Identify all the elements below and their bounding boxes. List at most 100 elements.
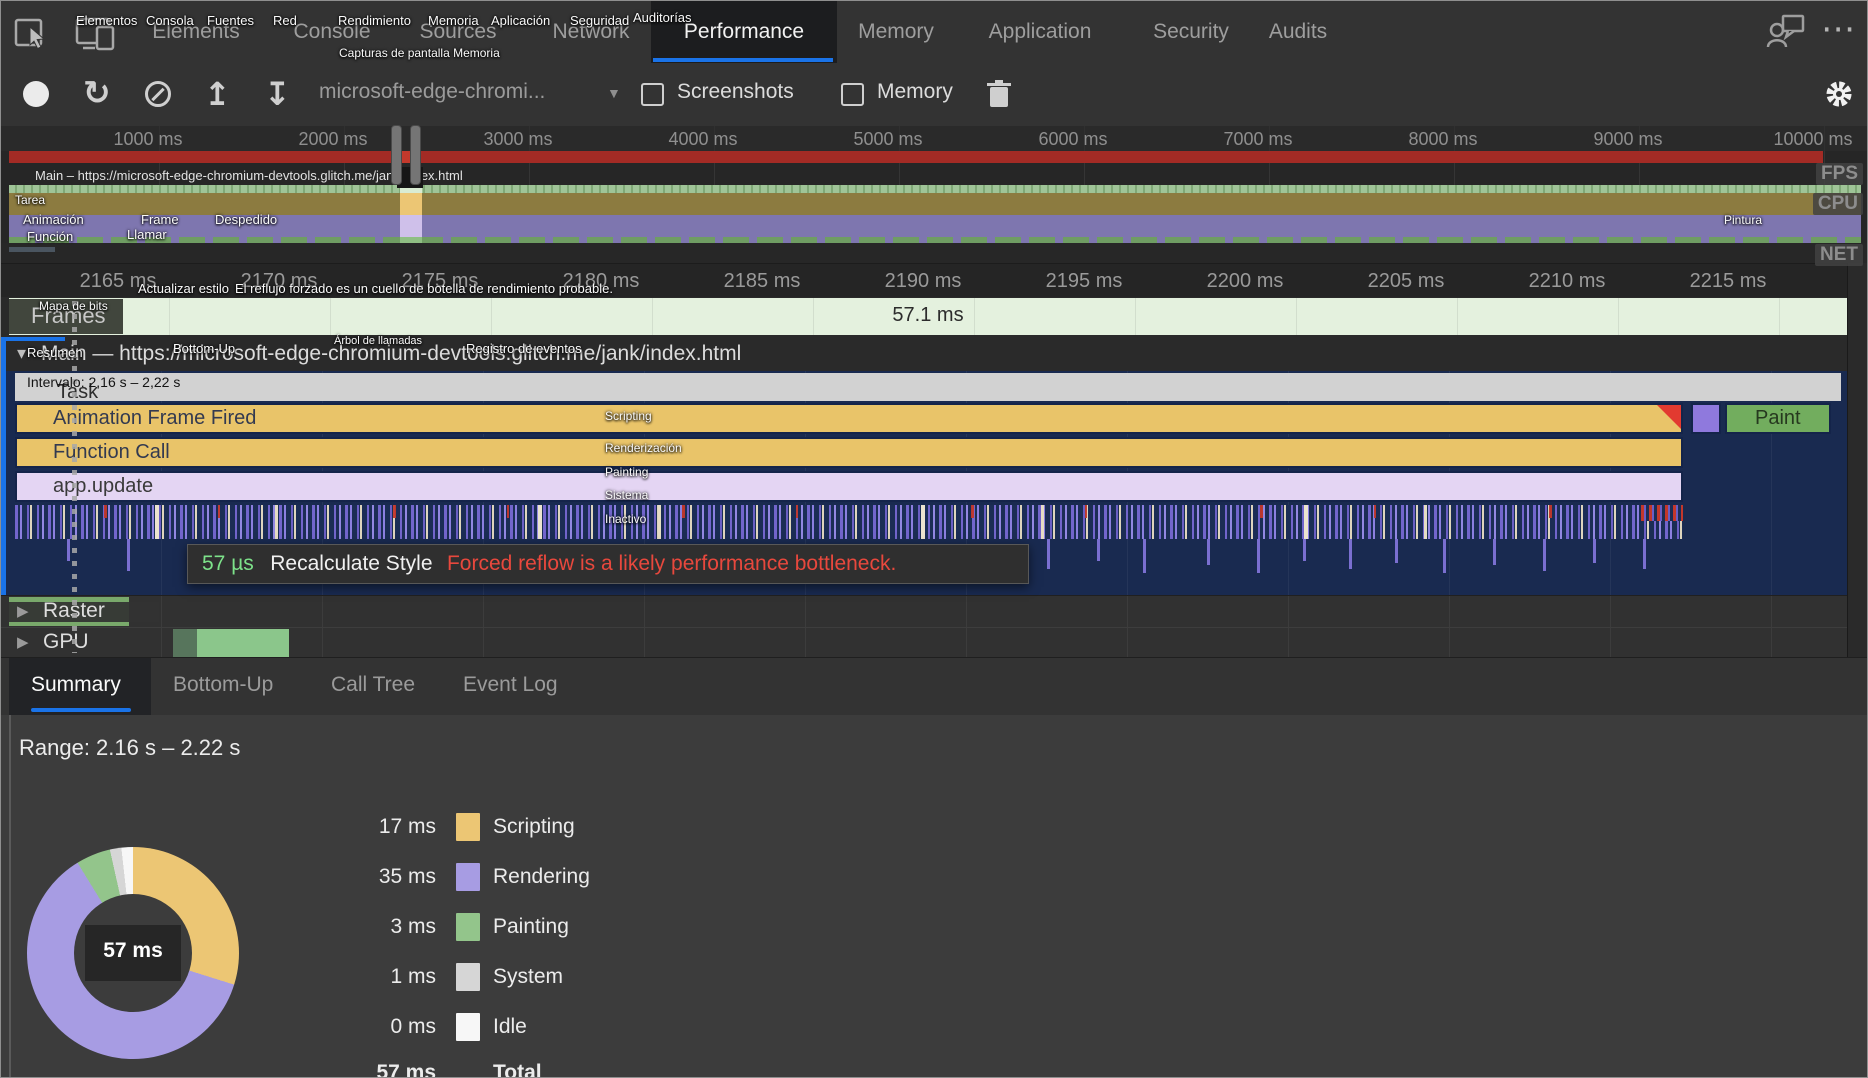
- net-request-bar: [9, 247, 55, 252]
- overlay-update-style: Actualizar estilo: [138, 281, 229, 296]
- memory-checkbox[interactable]: [841, 83, 864, 106]
- detail-tick: 2200 ms: [1207, 270, 1284, 293]
- tab-elements[interactable]: Elements: [152, 1, 240, 63]
- timeline-scroll-gutter: [1847, 263, 1868, 657]
- overview-tick: 7000 ms: [1223, 129, 1292, 150]
- thread-tracks: ▶ Raster ▶ GPU: [1, 595, 1847, 658]
- deep-call-bar: [67, 539, 70, 561]
- legend-value: 1 ms: [306, 965, 436, 989]
- raster-expand-icon[interactable]: ▶: [17, 602, 29, 620]
- gpu-track[interactable]: ▶ GPU: [1, 628, 1847, 658]
- legend-total-label: Total: [493, 1061, 542, 1078]
- deep-call-bar: [1395, 539, 1398, 563]
- flame-bar-task[interactable]: Task Intervalo: 2,16 s – 2,22 s: [15, 373, 1841, 401]
- overlay-bitmap: Mapa de bits: [39, 299, 108, 313]
- tab-event-log[interactable]: Event Log: [463, 673, 558, 697]
- window-red-sliver: [402, 151, 410, 163]
- overlay-tab-consola: Consola: [146, 13, 194, 28]
- window-highlight-scripting: [400, 193, 422, 215]
- window-highlight-painting: [400, 237, 422, 243]
- window-left-handle[interactable]: [391, 125, 402, 185]
- tab-summary[interactable]: Summary: [31, 673, 121, 697]
- tab-application[interactable]: Application: [989, 1, 1092, 63]
- flame-bar-animation-frame-fired[interactable]: Animation Frame Fired: [15, 403, 1683, 434]
- overlay-tab-auditorias: Auditorías: [633, 10, 692, 25]
- legend-value: 17 ms: [306, 815, 436, 839]
- overlay-cat-sistema: Sistema: [605, 488, 648, 502]
- clear-icon[interactable]: [145, 81, 171, 107]
- legend-swatch-painting: [456, 913, 480, 941]
- overview-tick: 8000 ms: [1408, 129, 1477, 150]
- deep-call-bar: [1543, 539, 1546, 571]
- collapse-icon[interactable]: ▾: [17, 343, 26, 364]
- overlay-tab-red: Red: [273, 13, 297, 28]
- trash-icon[interactable]: [986, 79, 1012, 114]
- flame-bar-function-call[interactable]: Function Call: [15, 437, 1683, 468]
- save-profile-icon[interactable]: ↧: [264, 75, 291, 113]
- reload-icon[interactable]: ↻: [83, 73, 111, 112]
- event-tooltip: 57 µs Recalculate Style Forced reflow is…: [187, 544, 1029, 584]
- frames-track[interactable]: Frames 57.1 ms Mapa de bits: [1, 297, 1868, 337]
- legend-value: 35 ms: [306, 865, 436, 889]
- performance-toolbar: ↻ ↥ ↧ microsoft-edge-chromi... ▼ Screens…: [1, 63, 1868, 127]
- legend-value: 0 ms: [306, 1015, 436, 1039]
- tab-memory[interactable]: Memory: [858, 1, 934, 63]
- record-button[interactable]: [23, 81, 49, 107]
- legend-label: Scripting: [493, 815, 575, 839]
- net-label: NET: [1815, 244, 1863, 266]
- window-highlight-rendering: [400, 215, 422, 237]
- profile-select[interactable]: microsoft-edge-chromi...: [319, 80, 545, 104]
- overview-tick: 2000 ms: [298, 129, 367, 150]
- gear-icon[interactable]: [1823, 78, 1855, 115]
- tab-bottom-up[interactable]: Bottom-Up: [173, 673, 273, 697]
- fps-label: FPS: [1816, 163, 1863, 185]
- tab-summary-underline: [31, 708, 131, 712]
- tab-call-tree[interactable]: Call Tree: [331, 673, 415, 697]
- memory-label[interactable]: Memory: [877, 80, 953, 104]
- timeline-overview[interactable]: 1000 ms 2000 ms 3000 ms 4000 ms 5000 ms …: [1, 126, 1868, 263]
- window-right-handle[interactable]: [410, 125, 421, 185]
- detail-tick: 2185 ms: [724, 270, 801, 293]
- inspect-icon[interactable]: [13, 14, 51, 57]
- flame-bar-app-update[interactable]: app.update: [15, 471, 1683, 502]
- deep-call-bar: [1257, 539, 1260, 573]
- load-profile-icon[interactable]: ↥: [204, 75, 231, 113]
- detail-tick: 2210 ms: [1529, 270, 1606, 293]
- fps-red-bar: [9, 151, 1823, 163]
- main-track-header[interactable]: ▾ Main — https://microsoft-edge-chromium…: [1, 337, 1868, 371]
- flame-bar-paint[interactable]: Paint: [1725, 403, 1831, 434]
- tab-audits[interactable]: Audits: [1269, 1, 1327, 63]
- legend-swatch-scripting: [456, 813, 480, 841]
- legend-swatch-idle: [456, 1013, 480, 1041]
- detail-tick: 2190 ms: [885, 270, 962, 293]
- more-options-icon[interactable]: ⋯: [1821, 9, 1857, 49]
- tab-network[interactable]: Network: [552, 1, 629, 63]
- flame-bar-rasterize[interactable]: [1691, 403, 1721, 434]
- deep-call-bar: [1443, 539, 1446, 573]
- overlay-interval: Intervalo: 2,16 s – 2,22 s: [27, 374, 180, 390]
- track-accent-hline: [1, 337, 65, 341]
- overlay-funcion: Función: [27, 229, 73, 244]
- overview-tick: 9000 ms: [1593, 129, 1662, 150]
- deep-call-bar: [1207, 539, 1210, 565]
- chevron-down-icon[interactable]: ▼: [607, 85, 621, 101]
- overlay-cat-painting: Painting: [605, 465, 648, 479]
- overlay-cat-inactivo: Inactivo: [605, 512, 646, 526]
- legend-total-value: 57 ms: [306, 1061, 436, 1078]
- flame-stripe-band[interactable]: [15, 505, 1683, 539]
- screenshots-checkbox[interactable]: [641, 83, 664, 106]
- main-tab-bar: Elements Console Sources Network Perform…: [1, 1, 1868, 64]
- overlay-llamar: Llamar: [127, 227, 167, 242]
- tab-performance[interactable]: Performance: [684, 1, 804, 63]
- detail-tick: 2205 ms: [1368, 270, 1445, 293]
- tab-security[interactable]: Security: [1153, 1, 1229, 63]
- feedback-icon[interactable]: [1766, 13, 1806, 56]
- legend-swatch-rendering: [456, 863, 480, 891]
- legend-label: Rendering: [493, 865, 590, 889]
- overlay-resumen: Resumen: [27, 345, 83, 360]
- raster-track[interactable]: ▶ Raster: [1, 596, 1847, 628]
- screenshots-label[interactable]: Screenshots: [677, 80, 794, 104]
- overlay-despedido: Despedido: [215, 212, 277, 227]
- deep-call-bar: [1493, 539, 1496, 565]
- gpu-expand-icon[interactable]: ▶: [17, 633, 29, 651]
